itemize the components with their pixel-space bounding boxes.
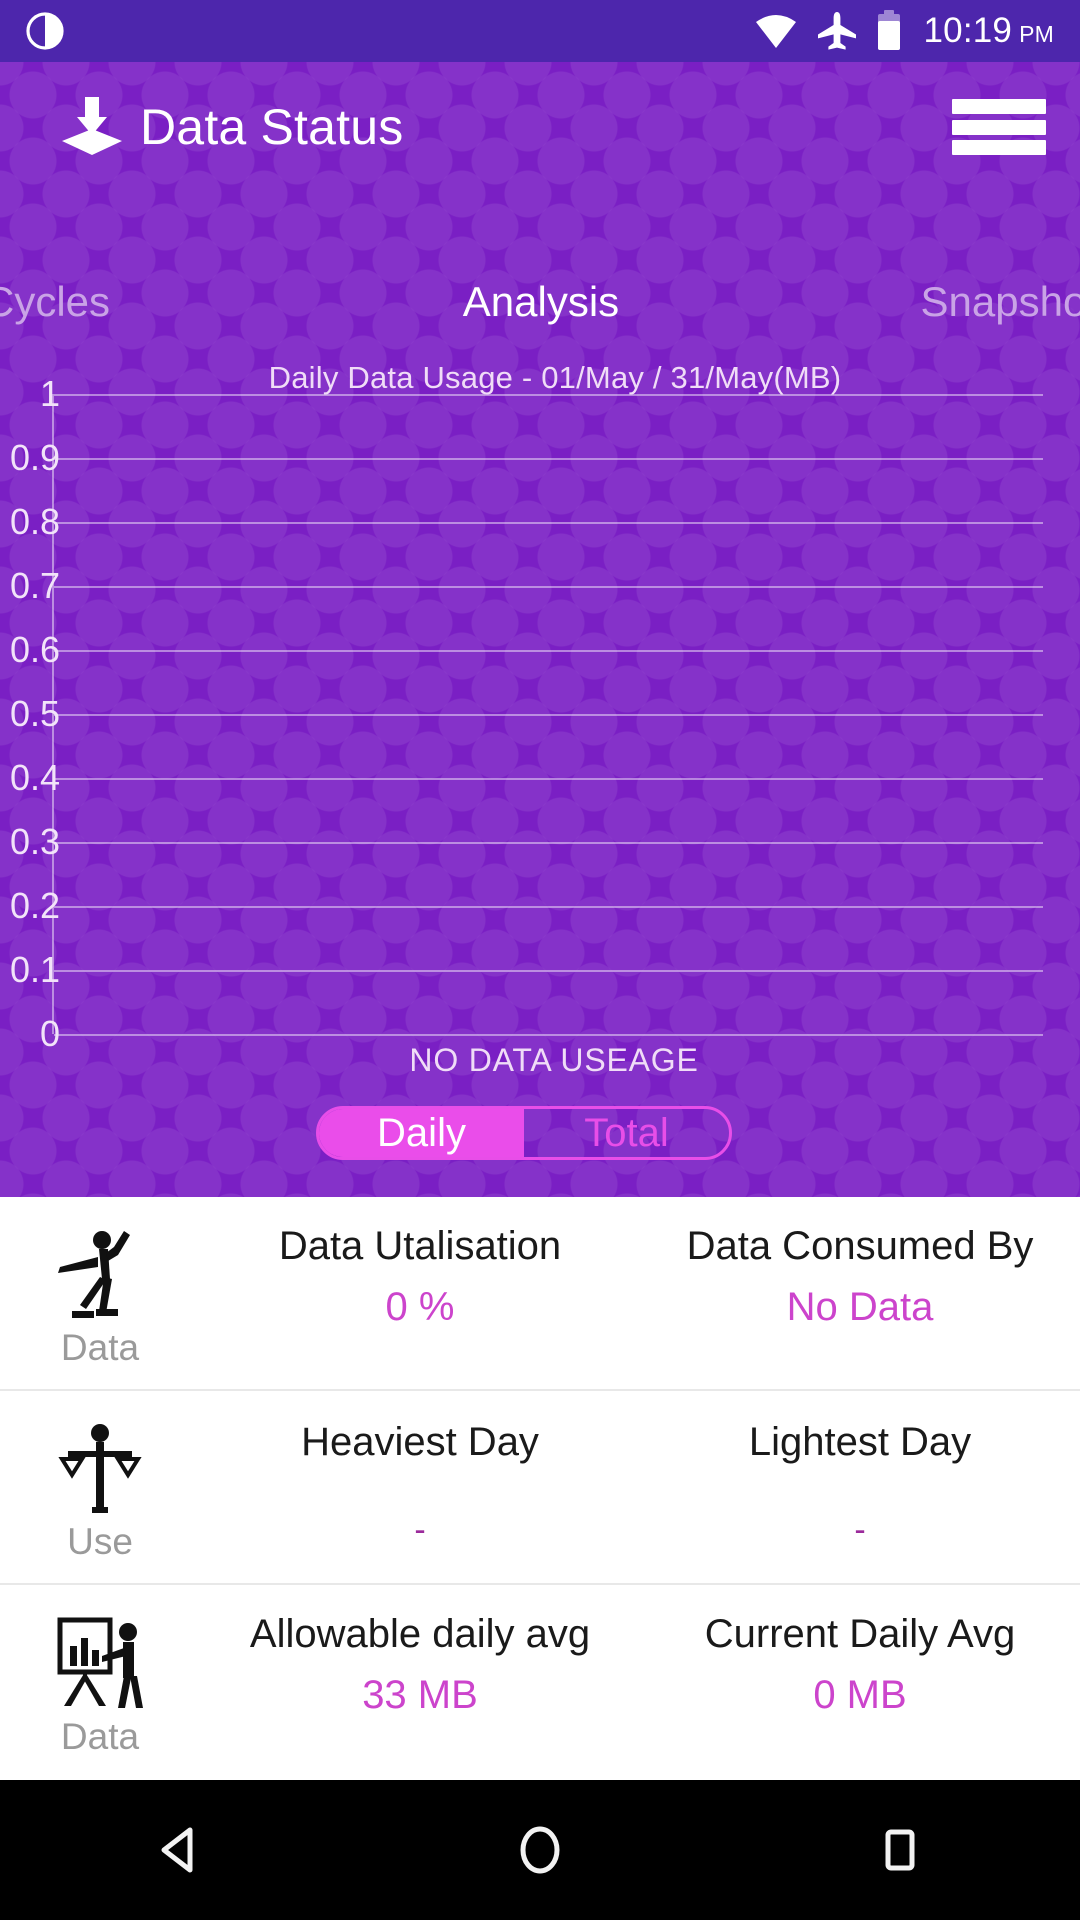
- stat-lightest-day: Lightest Day -: [640, 1391, 1080, 1583]
- chart-plot-area: [52, 394, 1043, 1036]
- stat-title: Data Consumed By: [686, 1224, 1034, 1268]
- chart-y-tick: 0.4: [9, 757, 60, 798]
- person-scales-icon: [52, 1421, 148, 1519]
- toggle-option-total[interactable]: Total: [524, 1109, 729, 1157]
- chart-y-tick: 0.7: [9, 565, 60, 606]
- stat-data-consumed-by: Data Consumed By No Data: [640, 1197, 1080, 1389]
- hamburger-line: [952, 119, 1046, 135]
- row-icon-cell: Use: [0, 1391, 200, 1583]
- table-row: Data Data Utalisation 0 % Data Consumed …: [0, 1197, 1080, 1391]
- toggle-option-daily[interactable]: Daily: [319, 1109, 524, 1157]
- stats-card-list: Data Data Utalisation 0 % Data Consumed …: [0, 1197, 1080, 1780]
- chart-empty-message: NO DATA USEAGE: [409, 1042, 699, 1078]
- stat-value: -: [414, 1510, 426, 1549]
- tab-bar: Cycles Analysis Snapshot: [0, 252, 1080, 352]
- chart-y-tick: 0.8: [9, 501, 60, 542]
- chart-y-tick: 0.3: [9, 821, 60, 862]
- chart-y-tick: 1: [39, 373, 60, 414]
- row-icon-cell: Data: [0, 1585, 200, 1779]
- chart-y-tick: 0.6: [9, 629, 60, 670]
- stat-allowable-daily-avg: Allowable daily avg 33 MB: [200, 1585, 640, 1779]
- hamburger-menu-icon[interactable]: [952, 93, 1046, 161]
- person-throwing-icon: [52, 1227, 148, 1325]
- chart-y-tick: 0.2: [9, 885, 60, 926]
- download-to-tray-icon: [56, 91, 128, 163]
- stat-data-utalisation: Data Utalisation 0 %: [200, 1197, 640, 1389]
- row-icon-label: Data: [60, 1326, 140, 1368]
- chart-gridline: [54, 458, 1043, 460]
- status-bar-clock: 10:19 PM: [924, 11, 1055, 51]
- stat-title: Heaviest Day: [301, 1420, 539, 1464]
- row-icon-cell: Data: [0, 1197, 200, 1389]
- status-bar: 10:19 PM: [0, 0, 1080, 62]
- chart-title: Daily Data Usage - 01/May / 31/May(MB): [268, 360, 842, 395]
- chart-gridline: [54, 586, 1043, 588]
- chart-gridline: [54, 970, 1043, 972]
- stat-value: -: [854, 1510, 866, 1549]
- recents-square-icon[interactable]: [840, 1790, 960, 1910]
- stat-value: 33 MB: [362, 1673, 478, 1717]
- chart-y-tick: 0.9: [9, 437, 60, 478]
- hamburger-line: [952, 140, 1046, 155]
- row-icon-label: Use: [67, 1520, 133, 1562]
- chart-y-tick: 0.1: [9, 949, 60, 990]
- purple-content-area: Data Status Cycles Analysis Snapshot Dai…: [0, 62, 1080, 1197]
- clock-ampm: PM: [1019, 21, 1054, 47]
- status-bar-right: 10:19 PM: [754, 10, 1055, 52]
- chart-gridline: [54, 778, 1043, 780]
- stat-value: No Data: [786, 1285, 934, 1329]
- clock-time: 10:19: [923, 11, 1013, 50]
- stat-title: Data Utalisation: [278, 1224, 562, 1268]
- chart-gridline: [54, 714, 1043, 716]
- chart-gridline: [54, 650, 1043, 652]
- back-triangle-icon[interactable]: [120, 1790, 240, 1910]
- stat-title: Current Daily Avg: [704, 1612, 1016, 1656]
- hamburger-line: [952, 99, 1046, 114]
- stat-value: 0 %: [385, 1285, 455, 1329]
- android-nav-bar: [0, 1780, 1080, 1920]
- app-bar: Data Status: [0, 62, 1080, 192]
- tab-snapshot[interactable]: Snapshot: [727, 278, 1080, 326]
- chart-gridline: [54, 394, 1043, 396]
- chart-gridline: [54, 1034, 1043, 1036]
- tab-cycles[interactable]: Cycles: [0, 278, 355, 326]
- table-row: Use Heaviest Day - Lightest Day -: [0, 1391, 1080, 1585]
- battery-icon: [876, 10, 902, 52]
- stat-title: Allowable daily avg: [249, 1612, 591, 1656]
- status-bar-left: [26, 12, 64, 50]
- chart-gridline: [54, 522, 1043, 524]
- chart-gridline: [54, 906, 1043, 908]
- table-row: Data Allowable daily avg 33 MB Current D…: [0, 1585, 1080, 1779]
- stat-title: Lightest Day: [748, 1420, 972, 1464]
- chart-gridline: [54, 842, 1043, 844]
- stat-value: 0 MB: [813, 1673, 907, 1717]
- airplane-mode-icon: [816, 11, 858, 51]
- chart-y-tick: 0.5: [9, 693, 60, 734]
- crescent-moon-icon: [26, 12, 64, 50]
- presentation-board-icon: [52, 1616, 148, 1714]
- page-title: Data Status: [140, 99, 404, 155]
- stat-current-daily-avg: Current Daily Avg 0 MB: [640, 1585, 1080, 1779]
- chart-y-axis: 1 0.9 0.8 0.7 0.6 0.5 0.4 0.3 0.2 0.1 0: [0, 360, 62, 1060]
- tab-analysis[interactable]: Analysis: [355, 278, 726, 326]
- wifi-icon: [754, 11, 798, 51]
- stat-heaviest-day: Heaviest Day -: [200, 1391, 640, 1583]
- daily-total-toggle[interactable]: Daily Total: [316, 1106, 732, 1160]
- row-icon-label: Data: [60, 1715, 140, 1757]
- home-circle-icon[interactable]: [480, 1790, 600, 1910]
- usage-chart: Daily Data Usage - 01/May / 31/May(MB) 1…: [0, 360, 1080, 1078]
